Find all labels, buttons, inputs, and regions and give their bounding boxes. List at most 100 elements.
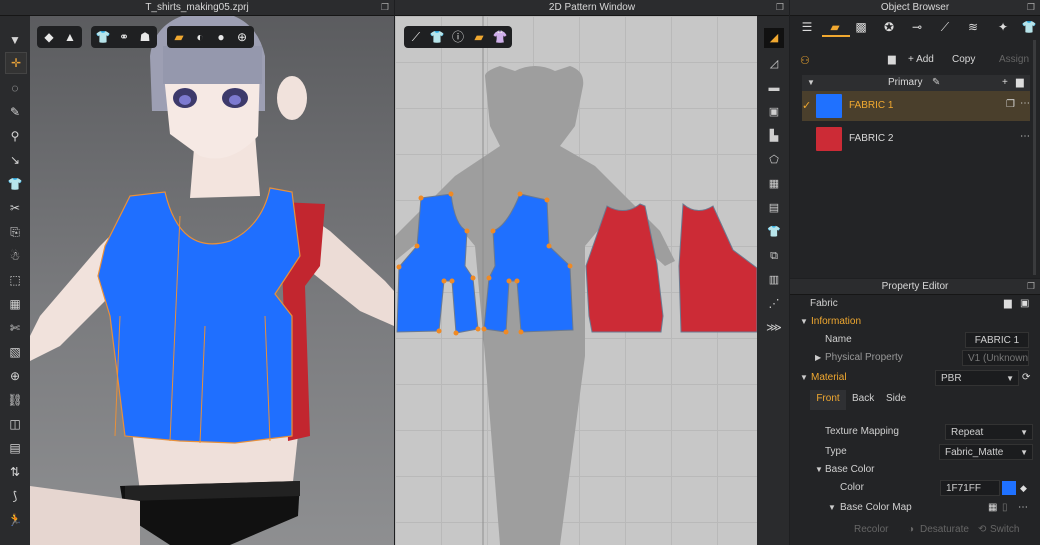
restore-window-icon[interactable]: ❐ bbox=[1027, 279, 1035, 294]
expand-arrow-icon[interactable]: ▶ bbox=[815, 349, 821, 367]
ruler-tool-icon[interactable]: ⟆ bbox=[5, 486, 25, 506]
save-icon[interactable]: ▣ bbox=[1020, 295, 1029, 313]
texture-mapping-select[interactable]: Repeat ▼ bbox=[945, 424, 1033, 440]
copy-button[interactable]: Copy bbox=[952, 54, 975, 65]
add-colorway-icon[interactable]: + bbox=[1002, 75, 1008, 91]
material-section-header[interactable]: ▼ Material PBR ▼ ⟳ bbox=[790, 369, 1040, 387]
environment-icon[interactable]: ⊕ bbox=[234, 29, 250, 45]
fabric-render-icon[interactable]: ▰ bbox=[171, 29, 187, 45]
switch-button[interactable]: Switch bbox=[990, 521, 1019, 539]
material-select[interactable]: PBR ▼ bbox=[935, 370, 1019, 386]
collapse-arrow-icon[interactable]: ▼ bbox=[828, 499, 836, 517]
topstitch-tab-icon[interactable]: ⟋ bbox=[936, 19, 954, 35]
color-swatch[interactable] bbox=[1002, 481, 1016, 495]
restore-window-icon[interactable]: ❐ bbox=[776, 0, 784, 15]
fabric-tab-icon[interactable]: ▰ bbox=[826, 19, 844, 35]
folder-tool-icon[interactable]: ▬ bbox=[764, 78, 784, 98]
needle-tool-icon[interactable]: ↘ bbox=[5, 150, 25, 170]
cube-view-icon[interactable]: ◆ bbox=[41, 29, 57, 45]
2d-pattern-viewport[interactable]: ⟋ 👕 ⓘ ▰ 👚 bbox=[395, 16, 757, 545]
add-button[interactable]: + Add bbox=[908, 54, 934, 65]
shirt-outline-icon[interactable]: 👚 bbox=[492, 29, 508, 45]
folder-icon[interactable]: ▆ bbox=[1016, 75, 1024, 91]
file-icon[interactable]: ▯ bbox=[1002, 499, 1008, 517]
shading-icon[interactable]: ◐ bbox=[192, 29, 208, 45]
grid-tool-icon[interactable]: ▦ bbox=[5, 294, 25, 314]
information-section-header[interactable]: ▼ Information bbox=[790, 313, 1040, 331]
garment-display-icon[interactable]: 👕 bbox=[95, 29, 111, 45]
tape-tool-icon[interactable]: ✂ bbox=[5, 198, 25, 218]
more-options-icon[interactable]: ⋯ bbox=[1020, 131, 1030, 142]
texture-tab-icon[interactable]: ▩ bbox=[852, 19, 870, 35]
tab-back[interactable]: Back bbox=[852, 390, 874, 408]
tab-side[interactable]: Side bbox=[886, 390, 906, 408]
physical-property-row[interactable]: ▶ Physical Property V1 (Unknown bbox=[790, 349, 1040, 367]
brush-tool-icon[interactable]: ✎ bbox=[5, 102, 25, 122]
buttonhole-tab-icon[interactable]: ⊸ bbox=[908, 19, 926, 35]
collapse-arrow-icon[interactable]: ▼ bbox=[800, 313, 808, 331]
physical-property-field[interactable]: V1 (Unknown bbox=[962, 350, 1029, 366]
duplicate-icon[interactable]: ❐ bbox=[1006, 99, 1015, 110]
sewing-tool-icon[interactable]: ⧉ bbox=[764, 246, 784, 266]
zigzag-tab-icon[interactable]: ≋ bbox=[964, 19, 982, 35]
texture-tool-icon[interactable]: ▧ bbox=[5, 342, 25, 362]
edit-pattern-tool-icon[interactable]: ◢ bbox=[764, 28, 784, 48]
type-select[interactable]: Fabric_Matte ▼ bbox=[939, 444, 1033, 460]
base-color-map-header[interactable]: ▼ Base Color Map ▦ ▯ ⋯ bbox=[790, 499, 1040, 517]
name-input[interactable]: FABRIC 1 bbox=[965, 332, 1029, 348]
recolor-button[interactable]: Recolor bbox=[854, 521, 888, 539]
zipper-tool-icon[interactable]: ⛓ bbox=[5, 390, 25, 410]
segment-sewing-tool-icon[interactable]: ⋰ bbox=[764, 294, 784, 314]
image-tool-icon[interactable]: ▣ bbox=[764, 102, 784, 122]
pin-tool-icon[interactable]: ⚲ bbox=[5, 126, 25, 146]
restore-window-icon[interactable]: ❐ bbox=[381, 0, 389, 15]
grid-2d-tool-icon[interactable]: ▦ bbox=[764, 174, 784, 194]
stitch-tool-icon[interactable]: ▤ bbox=[5, 438, 25, 458]
measure-tool-icon[interactable]: ⇅ bbox=[5, 462, 25, 482]
avatar-visibility-icon[interactable]: ☗ bbox=[137, 29, 153, 45]
avatar-display-icon[interactable]: ▲ bbox=[62, 29, 78, 45]
tab-front[interactable]: Front bbox=[810, 390, 846, 410]
color-picker-icon[interactable]: ◆ bbox=[1020, 479, 1027, 497]
colorway-icon[interactable]: ⚇ bbox=[800, 54, 810, 67]
collapse-arrow-icon[interactable]: ▼ bbox=[807, 75, 815, 91]
trim-tool-icon[interactable]: ◫ bbox=[5, 414, 25, 434]
button-tab-icon[interactable]: ✪ bbox=[880, 19, 898, 35]
restore-window-icon[interactable]: ❐ bbox=[1027, 0, 1035, 15]
assign-button[interactable]: Assign bbox=[999, 54, 1029, 65]
folder-add-icon[interactable]: ▆ bbox=[888, 54, 896, 65]
color-hex-input[interactable]: 1F71FF bbox=[940, 480, 1000, 496]
open-folder-icon[interactable]: ▆ bbox=[1004, 295, 1012, 313]
topstitch-tool-icon[interactable]: ⋙ bbox=[764, 318, 784, 338]
scrollbar[interactable] bbox=[1033, 40, 1036, 275]
avatar-skin-icon[interactable]: ● bbox=[213, 29, 229, 45]
select-mesh-tool-icon[interactable]: ▼ bbox=[5, 30, 25, 50]
more-options-icon[interactable]: ⋯ bbox=[1018, 499, 1028, 517]
colorway-header[interactable]: ▼ Primary ✎ + ▆ bbox=[802, 75, 1030, 91]
garment-2d-icon[interactable]: 👕 bbox=[429, 29, 445, 45]
button-tool-icon[interactable]: ⊕ bbox=[5, 366, 25, 386]
cut-tool-icon[interactable]: ✄ bbox=[5, 318, 25, 338]
pose-tool-icon[interactable]: 🏃 bbox=[5, 510, 25, 530]
avatar-tool-icon[interactable]: ☃ bbox=[5, 246, 25, 266]
refresh-icon[interactable]: ⟳ bbox=[1022, 369, 1030, 387]
mesh-edit-tool-icon[interactable]: ⬚ bbox=[5, 270, 25, 290]
fold-tool-icon[interactable]: ⎘ bbox=[5, 222, 25, 242]
desaturate-button[interactable]: Desaturate bbox=[920, 521, 969, 539]
stack-tool-icon[interactable]: ▤ bbox=[764, 198, 784, 218]
polygon-tool-icon[interactable]: ⬠ bbox=[764, 150, 784, 170]
collapse-arrow-icon[interactable]: ▼ bbox=[815, 461, 823, 479]
pleat-tool-icon[interactable]: ▥ bbox=[764, 270, 784, 290]
transform-tool-icon[interactable]: ✛ bbox=[5, 52, 27, 74]
info-icon[interactable]: ⓘ bbox=[450, 29, 466, 45]
3d-viewport[interactable]: ◆ ▲ 👕 ⚭ ☗ ▰ ◐ ● ⊕ bbox=[30, 16, 394, 545]
transform-pattern-tool-icon[interactable]: ◿ bbox=[764, 54, 784, 74]
base-color-header[interactable]: ▼ Base Color bbox=[790, 461, 1040, 479]
pattern-tool-icon[interactable]: ⟋ bbox=[408, 29, 424, 45]
pattern-link-icon[interactable]: ⚭ bbox=[116, 29, 132, 45]
garment-tool-icon[interactable]: 👕 bbox=[5, 174, 25, 194]
edit-pencil-icon[interactable]: ✎ bbox=[932, 75, 940, 91]
pattern-piece-tool-icon[interactable]: ▙ bbox=[764, 126, 784, 146]
fabric-2d-icon[interactable]: ▰ bbox=[471, 29, 487, 45]
fabric-item-2[interactable]: FABRIC 2 ⋯ bbox=[802, 124, 1030, 154]
